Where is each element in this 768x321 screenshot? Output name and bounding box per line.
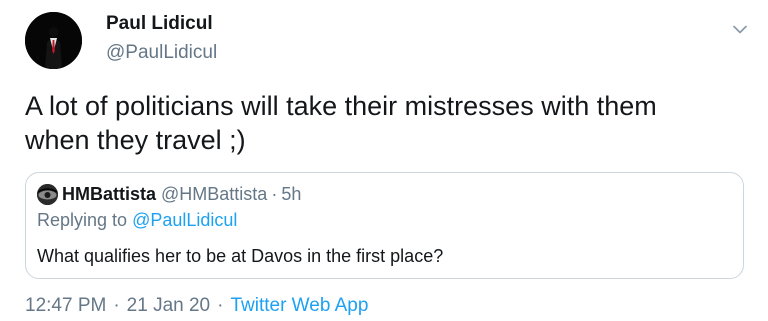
author-display-name[interactable]: Paul Lidicul xyxy=(106,13,213,35)
tweet-text: A lot of politicians will take their mis… xyxy=(25,89,745,157)
quoted-tweet-text: What qualifies her to be at Davos in the… xyxy=(37,246,444,266)
author-avatar[interactable] xyxy=(25,12,82,69)
eye-closeup-avatar-icon xyxy=(37,183,58,205)
suited-figure-avatar-icon xyxy=(25,12,82,69)
quoted-author-name: HMBattista xyxy=(62,183,157,204)
tweet-date[interactable]: 21 Jan 20 xyxy=(127,295,210,317)
more-options-button[interactable] xyxy=(729,20,751,38)
replying-to-mention: @PaulLidicul xyxy=(132,210,238,230)
author-handle[interactable]: @PaulLidicul xyxy=(106,42,217,64)
tweet-time[interactable]: 12:47 PM xyxy=(25,295,106,317)
chevron-down-icon xyxy=(733,25,747,33)
quoted-tweet-card[interactable]: HMBattista @HMBattista · 5h Replying to … xyxy=(25,172,744,279)
tweet-text-line: A lot of politicians will take their mis… xyxy=(25,91,657,121)
separator-dot: · xyxy=(113,295,120,316)
tweet-source-link[interactable]: Twitter Web App xyxy=(230,295,368,317)
quoted-tweet-time: 5h xyxy=(281,183,302,204)
tweet-metadata: 12:47 PM · 21 Jan 20 · Twitter Web App xyxy=(25,295,368,317)
quoted-tweet-header: HMBattista @HMBattista · 5h xyxy=(37,183,301,205)
quoted-author-handle: @HMBattista xyxy=(161,183,268,204)
quoted-author-avatar xyxy=(37,183,58,205)
separator-dot: · xyxy=(271,183,278,204)
replying-to-line: Replying to @PaulLidicul xyxy=(37,210,237,231)
replying-to-prefix: Replying to xyxy=(37,210,133,230)
tweet-text-line: when they travel ;) xyxy=(25,125,246,155)
separator-dot: · xyxy=(217,295,224,316)
